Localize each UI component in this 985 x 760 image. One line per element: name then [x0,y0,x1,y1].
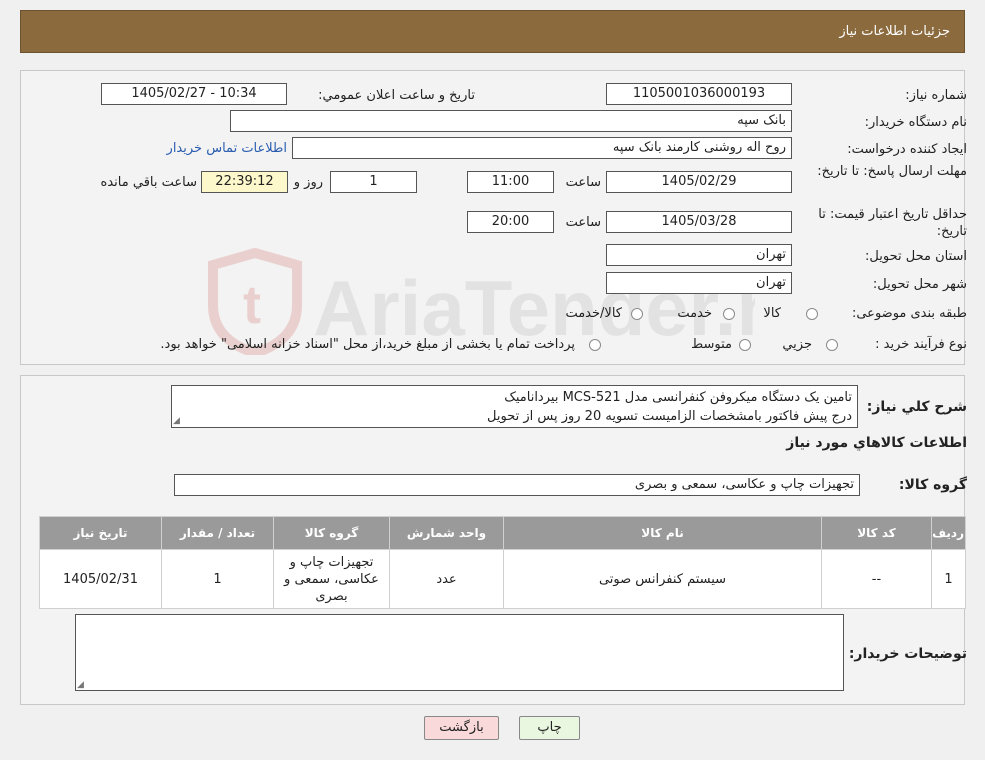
process-medium-radio[interactable] [739,339,751,351]
buyer-contact-link[interactable]: اطلاعات تماس خریدار [167,141,287,156]
description-textarea: تامین یک دستگاه میکروفن کنفرانسی مدل MCS… [171,385,858,428]
category-service-label: خدمت [677,306,712,321]
announce-datetime-field: 1405/02/27 - 10:34 [101,83,287,105]
col-header-group: گروه کالا [273,516,390,550]
cell-qty: 1 [161,549,274,609]
col-header-code: کد کالا [821,516,932,550]
province-label: استان محل تحویل: [865,249,967,264]
category-goods-radio[interactable] [806,308,818,320]
goods-table: ردیف کد کالا نام کالا واحد شمارش گروه کا… [39,516,966,609]
deadline-time-label: ساعت [565,175,601,190]
price-validity-time-field: 20:00 [467,211,554,233]
deadline-days-field: 1 [330,171,417,193]
buyer-org-field: بانک سپه [230,110,792,132]
announce-datetime-label: تاریخ و ساعت اعلان عمومي: [318,88,475,103]
deadline-date-field: 1405/02/29 [606,171,792,193]
treasury-payment-radio[interactable] [589,339,601,351]
table-header-row: ردیف کد کالا نام کالا واحد شمارش گروه کا… [39,516,966,550]
resize-grip-icon[interactable]: ◢ [173,416,180,426]
price-validity-time-label: ساعت [565,215,601,230]
cell-name: سیستم کنفرانس صوتی [503,549,822,609]
deadline-time-field: 11:00 [467,171,554,193]
buyer-notes-label: توضیحات خریدار: [848,646,967,662]
category-service-radio[interactable] [723,308,735,320]
cell-group: تجهیزات چاپ و عکاسی، سمعی و بصری [273,549,390,609]
category-goods-service-radio[interactable] [631,308,643,320]
requester-field: روح اله روشنی کارمند بانک سپه [292,137,792,159]
city-label: شهر محل تحویل: [872,277,967,292]
cell-date: 1405/02/31 [39,549,162,609]
goods-group-label: گروه کالا: [898,477,967,493]
goods-group-field: تجهیزات چاپ و عکاسی، سمعی و بصری [174,474,860,496]
process-minor-radio[interactable] [826,339,838,351]
col-header-qty: تعداد / مقدار [161,516,274,550]
col-header-name: نام کالا [503,516,822,550]
need-number-label: شماره نیاز: [905,88,967,103]
buyer-org-label: نام دستگاه خریدار: [864,115,967,130]
goods-section-title: اطلاعات کالاهاي مورد نیاز [786,435,967,451]
back-button[interactable]: بازگشت [424,716,499,740]
category-label: طبقه بندی موضوعی: [851,306,967,321]
col-header-date: تاریخ نیاز [39,516,162,550]
cell-code: -- [821,549,932,609]
category-goods-label: کالا [763,306,781,321]
deadline-label: مهلت ارسال پاسخ: تا تاریخ: [817,164,967,179]
treasury-payment-note: پرداخت تمام یا بخشی از مبلغ خرید،از محل … [160,337,575,352]
price-validity-label: حداقل تاریخ اعتبار قیمت: تا تاریخ: [818,207,967,239]
table-row: 1 -- سیستم کنفرانس صوتی عدد تجهیزات چاپ … [39,549,966,609]
process-medium-label: متوسط [691,337,732,352]
cell-index: 1 [931,549,966,609]
city-field: تهران [606,272,792,294]
notes-resize-grip-icon[interactable]: ◢ [77,680,84,690]
cell-unit: عدد [389,549,504,609]
need-number-field: 1105001036000193 [606,83,792,105]
process-minor-label: جزیي [782,337,812,352]
remaining-time-field: 22:39:12 [201,171,288,193]
col-header-unit: واحد شمارش [389,516,504,550]
buyer-notes-textarea[interactable] [75,614,844,691]
col-header-index: ردیف [931,516,966,550]
description-label: شرح کلي نیاز: [866,399,967,415]
remaining-label: ساعت باقي مانده [100,175,197,190]
print-button[interactable]: چاپ [519,716,580,740]
description-line-2: درج پیش فاکتور بامشخصات الزامیست تسویه 2… [487,409,852,424]
category-goods-service-label: کالا/خدمت [565,306,622,321]
page-title: جزئیات اطلاعات نیاز [839,24,950,39]
price-validity-date-field: 1405/03/28 [606,211,792,233]
province-field: تهران [606,244,792,266]
description-line-1: تامین یک دستگاه میکروفن کنفرانسی مدل MCS… [504,390,852,405]
purchase-process-label: نوع فرآیند خرید : [875,337,967,352]
days-label: روز و [293,175,323,190]
requester-label: ایجاد کننده درخواست: [847,142,967,157]
page-header: جزئیات اطلاعات نیاز [20,10,965,53]
